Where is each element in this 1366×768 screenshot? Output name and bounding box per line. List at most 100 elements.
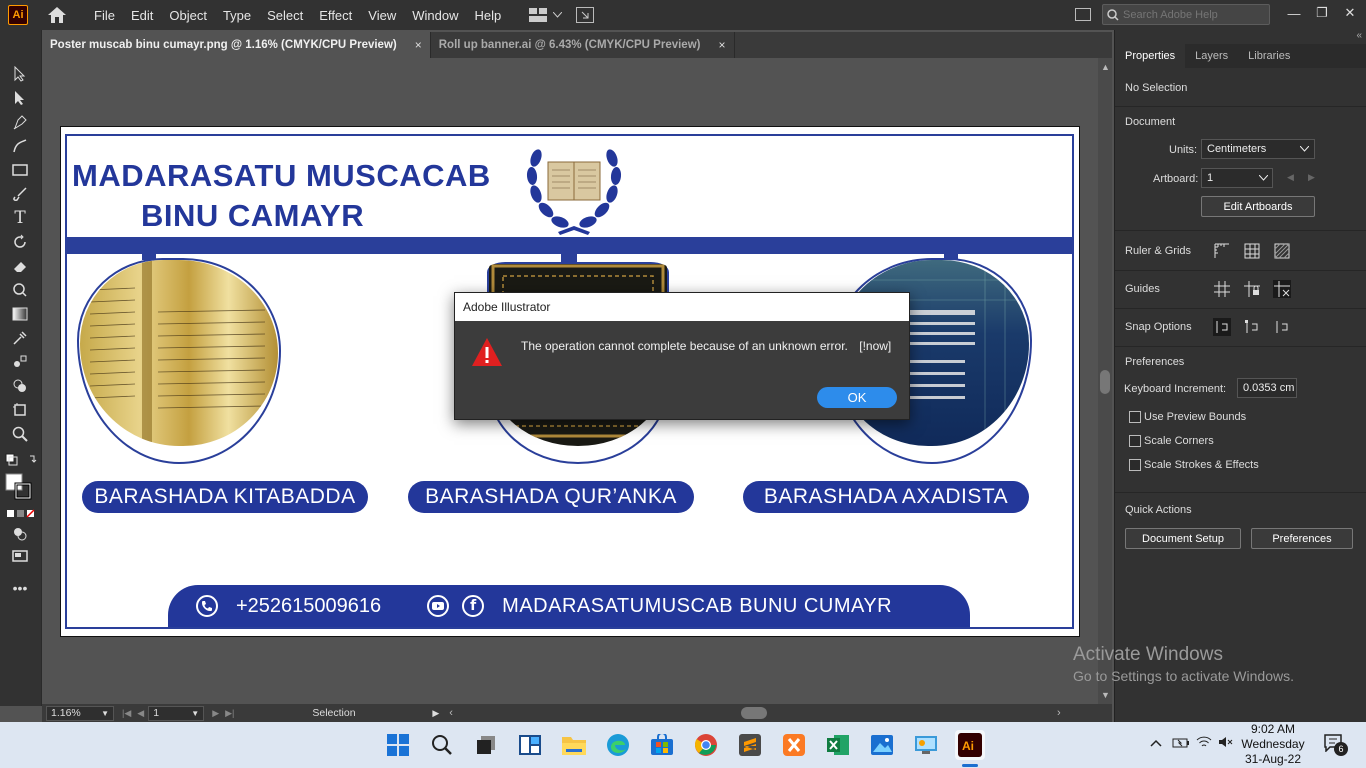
scale-corners-checkbox[interactable] — [1129, 435, 1141, 447]
store-icon[interactable] — [647, 730, 677, 760]
wifi-icon[interactable] — [1196, 736, 1212, 751]
use-preview-bounds-checkbox[interactable] — [1129, 411, 1141, 423]
scale-strokes-checkbox[interactable] — [1129, 459, 1141, 471]
fill-stroke-icon[interactable] — [4, 472, 34, 500]
first-artboard-icon[interactable]: |◀ — [122, 708, 131, 719]
minimize-icon[interactable]: — — [1280, 2, 1308, 24]
artboard-navigator[interactable]: 1 ▼ — [148, 705, 205, 721]
tab-properties[interactable]: Properties — [1115, 44, 1186, 68]
artboard-select[interactable]: 1 — [1201, 168, 1273, 188]
system-clock[interactable]: 9:02 AM Wednesday 31-Aug-22 — [1236, 722, 1310, 767]
blend-tool-icon[interactable] — [10, 352, 30, 372]
tab-libraries[interactable]: Libraries — [1238, 44, 1300, 68]
scroll-down-icon[interactable]: ▼ — [1101, 690, 1110, 700]
eyedropper-tool-icon[interactable] — [10, 328, 30, 348]
file-explorer-icon[interactable] — [559, 730, 589, 760]
menu-file[interactable]: File — [86, 8, 123, 23]
xampp-icon[interactable] — [779, 730, 809, 760]
pen-tool-icon[interactable] — [10, 112, 30, 132]
workspace-switcher[interactable] — [529, 8, 563, 22]
volume-icon[interactable] — [1218, 736, 1234, 751]
tab-layers[interactable]: Layers — [1185, 44, 1238, 68]
menu-edit[interactable]: Edit — [123, 8, 161, 23]
menu-help[interactable]: Help — [466, 8, 509, 23]
rectangle-tool-icon[interactable] — [10, 160, 30, 180]
chevron-up-icon[interactable] — [1150, 736, 1162, 750]
transparency-grid-icon[interactable] — [1273, 242, 1291, 260]
edge-icon[interactable] — [603, 730, 633, 760]
menu-select[interactable]: Select — [259, 8, 311, 23]
menu-window[interactable]: Window — [404, 8, 466, 23]
width-tool-icon[interactable] — [10, 280, 30, 300]
color-mode-icon[interactable] — [6, 504, 36, 524]
smart-guides-icon[interactable] — [1273, 280, 1291, 298]
menu-type[interactable]: Type — [215, 8, 259, 23]
tab-roll-up-banner[interactable]: Roll up banner.ai @ 6.43% (CMYK/CPU Prev… — [430, 32, 735, 58]
sublime-icon[interactable] — [735, 730, 765, 760]
panel-collapse-icon[interactable]: « — [1356, 30, 1362, 41]
edit-artboards-button[interactable]: Edit Artboards — [1201, 196, 1315, 217]
arrange-documents-icon[interactable] — [576, 7, 595, 23]
prev-artboard-icon[interactable]: ◀ — [137, 708, 144, 719]
ok-button[interactable]: OK — [817, 387, 897, 408]
photos-icon[interactable] — [867, 730, 897, 760]
curvature-tool-icon[interactable] — [10, 136, 30, 156]
type-tool-icon[interactable]: T — [10, 208, 30, 228]
show-guides-icon[interactable] — [1213, 280, 1231, 298]
search-icon[interactable] — [427, 730, 457, 760]
paintbrush-tool-icon[interactable] — [10, 184, 30, 204]
control-panel-icon[interactable] — [911, 730, 941, 760]
snap-to-glyph-icon[interactable] — [1273, 318, 1291, 336]
grid-icon[interactable] — [1243, 242, 1261, 260]
prev-artboard-icon[interactable]: ◀ — [1287, 172, 1294, 183]
menu-effect[interactable]: Effect — [311, 8, 360, 23]
panel-layout-icon[interactable] — [1075, 8, 1091, 21]
selection-tool-icon[interactable] — [10, 64, 30, 84]
close-icon[interactable]: × — [718, 38, 725, 52]
eraser-tool-icon[interactable] — [10, 256, 30, 276]
start-icon[interactable] — [383, 730, 413, 760]
rotate-tool-icon[interactable] — [10, 232, 30, 252]
excel-icon[interactable] — [823, 730, 853, 760]
tab-poster[interactable]: Poster muscab binu cumayr.png @ 1.16% (C… — [42, 32, 431, 58]
close-icon[interactable]: ✕ — [1336, 2, 1364, 24]
home-icon[interactable] — [46, 5, 68, 25]
snap-to-pixel-icon[interactable] — [1243, 318, 1261, 336]
task-view-icon[interactable] — [471, 730, 501, 760]
menu-view[interactable]: View — [360, 8, 404, 23]
next-artboard-icon[interactable]: ▶ — [1308, 172, 1315, 183]
vertical-scroll-thumb[interactable] — [1100, 370, 1110, 394]
scroll-left-icon[interactable]: ‹ — [449, 707, 453, 719]
menu-object[interactable]: Object — [161, 8, 215, 23]
more-tools-icon[interactable]: ••• — [10, 578, 30, 598]
shape-builder-tool-icon[interactable] — [10, 376, 30, 396]
artboard-tool-icon[interactable] — [10, 400, 30, 420]
screen-mode-icon[interactable] — [10, 546, 30, 566]
battery-icon[interactable] — [1172, 737, 1190, 751]
ruler-icon[interactable] — [1213, 242, 1231, 260]
search-input[interactable] — [1123, 8, 1263, 21]
draw-mode-icon[interactable] — [10, 524, 30, 544]
last-artboard-icon[interactable]: ▶| — [225, 708, 234, 719]
direct-selection-tool-icon[interactable] — [10, 88, 30, 108]
scroll-up-icon[interactable]: ▲ — [1101, 62, 1110, 72]
illustrator-icon[interactable]: Ai — [955, 730, 985, 760]
document-setup-button[interactable]: Document Setup — [1125, 528, 1241, 549]
horizontal-scroll-thumb[interactable] — [740, 707, 767, 719]
lock-guides-icon[interactable] — [1243, 280, 1261, 298]
zoom-tool-icon[interactable] — [10, 424, 30, 444]
gradient-tool-icon[interactable] — [10, 304, 30, 324]
search-box[interactable] — [1102, 4, 1270, 25]
close-icon[interactable]: × — [415, 38, 422, 52]
units-select[interactable]: Centimeters — [1201, 139, 1315, 159]
preferences-button[interactable]: Preferences — [1251, 528, 1353, 549]
widgets-icon[interactable] — [515, 730, 545, 760]
snap-to-point-icon[interactable] — [1213, 318, 1231, 336]
swap-colors-icon[interactable] — [4, 450, 38, 470]
zoom-select[interactable]: 1.16% ▼ — [46, 705, 114, 721]
scroll-right-icon[interactable]: › — [1057, 707, 1061, 719]
restore-icon[interactable]: ❐ — [1308, 2, 1336, 24]
next-artboard-icon[interactable]: ▶ — [212, 708, 219, 719]
status-menu-icon[interactable]: ▶ — [432, 708, 439, 719]
chrome-icon[interactable] — [691, 730, 721, 760]
